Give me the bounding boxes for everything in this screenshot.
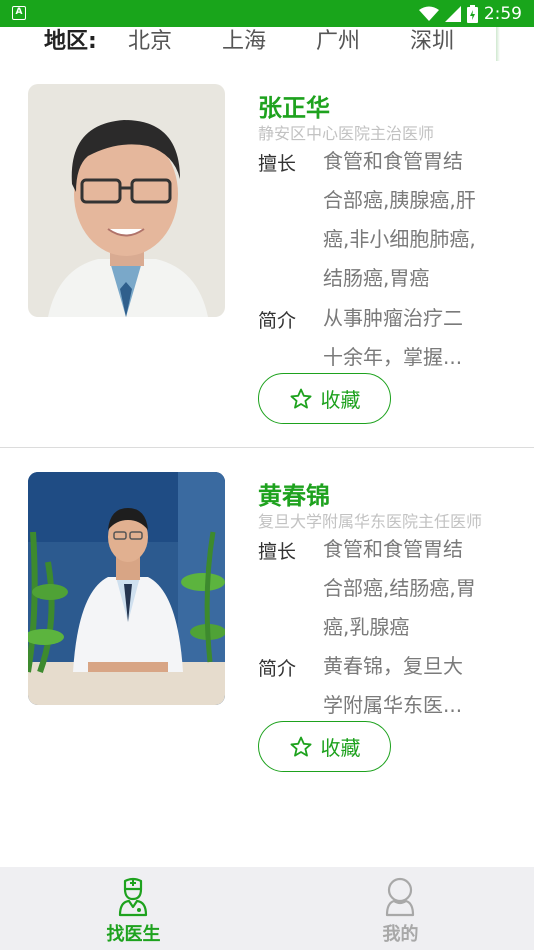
intro-line: 学附属华东医... (323, 693, 463, 717)
specialty-label: 擅长 (258, 153, 297, 175)
favorite-button[interactable]: 收藏 (258, 373, 391, 424)
intro-line: 黄春锦，复旦大 (323, 654, 463, 678)
specialty-line: 食管和食管胃结 (323, 149, 463, 173)
tab-find-doctor-label: 找医生 (106, 924, 161, 945)
star-icon (290, 388, 311, 408)
specialty-line: 合部癌,胰腺癌,肝 (323, 188, 476, 212)
specialty-label: 擅长 (258, 541, 297, 563)
intro-text: 黄春锦，复旦大 学附属华东医... (323, 647, 493, 725)
status-time: 2:59 (483, 3, 522, 24)
specialty-text: 食管和食管胃结 合部癌,结肠癌,胃 癌,乳腺癌 (323, 530, 493, 647)
intro-label: 简介 (258, 658, 297, 680)
doctor-hospital-title: 复旦大学附属华东医院主任医师 (258, 512, 483, 531)
status-bar: A 2:59 (0, 0, 534, 27)
region-selector: 地区: 北京 上海 广州 深圳 (0, 27, 534, 65)
doctor-photo (28, 472, 225, 705)
doctor-photo (28, 84, 225, 317)
doctor-hospital-title: 静安区中心医院主治医师 (258, 124, 435, 143)
specialty-line: 合部癌,结肠癌,胃 (323, 576, 476, 600)
region-city-shanghai[interactable]: 上海 (222, 27, 266, 57)
tab-find-doctor[interactable]: 找医生 (0, 867, 267, 950)
wifi-icon (418, 6, 439, 21)
doctor-icon (118, 877, 148, 917)
favorite-label: 收藏 (320, 388, 361, 412)
bottom-tab-bar: 找医生 我的 (0, 867, 534, 950)
specialty-line: 癌,非小细胞肺癌, (323, 227, 476, 251)
intro-label: 简介 (258, 310, 297, 332)
specialty-text: 食管和食管胃结 合部癌,胰腺癌,肝 癌,非小细胞肺癌, 结肠癌,胃癌 (323, 142, 493, 298)
intro-text: 从事肿瘤治疗二 十余年，掌握... (323, 299, 493, 377)
app-notification-icon: A (12, 6, 26, 20)
card-divider (0, 447, 534, 448)
specialty-line: 结肠癌,胃癌 (323, 266, 430, 290)
doctor-name[interactable]: 张正华 (258, 88, 330, 123)
profile-icon (385, 877, 415, 917)
region-city-beijing[interactable]: 北京 (128, 27, 172, 57)
tab-profile[interactable]: 我的 (267, 867, 534, 950)
region-city-guangzhou[interactable]: 广州 (316, 27, 360, 57)
favorite-button[interactable]: 收藏 (258, 721, 391, 772)
region-city-shenzhen[interactable]: 深圳 (410, 27, 454, 57)
scroll-fade (496, 27, 500, 61)
tab-profile-label: 我的 (382, 924, 419, 945)
signal-icon (444, 5, 461, 22)
star-icon (290, 736, 311, 756)
favorite-label: 收藏 (320, 736, 361, 760)
specialty-line: 食管和食管胃结 (323, 537, 463, 561)
specialty-line: 癌,乳腺癌 (323, 615, 410, 639)
intro-line: 十余年，掌握... (323, 345, 463, 369)
region-label: 地区: (44, 29, 97, 54)
doctor-name[interactable]: 黄春锦 (258, 476, 330, 511)
battery-icon (466, 4, 478, 23)
intro-line: 从事肿瘤治疗二 (323, 306, 463, 330)
